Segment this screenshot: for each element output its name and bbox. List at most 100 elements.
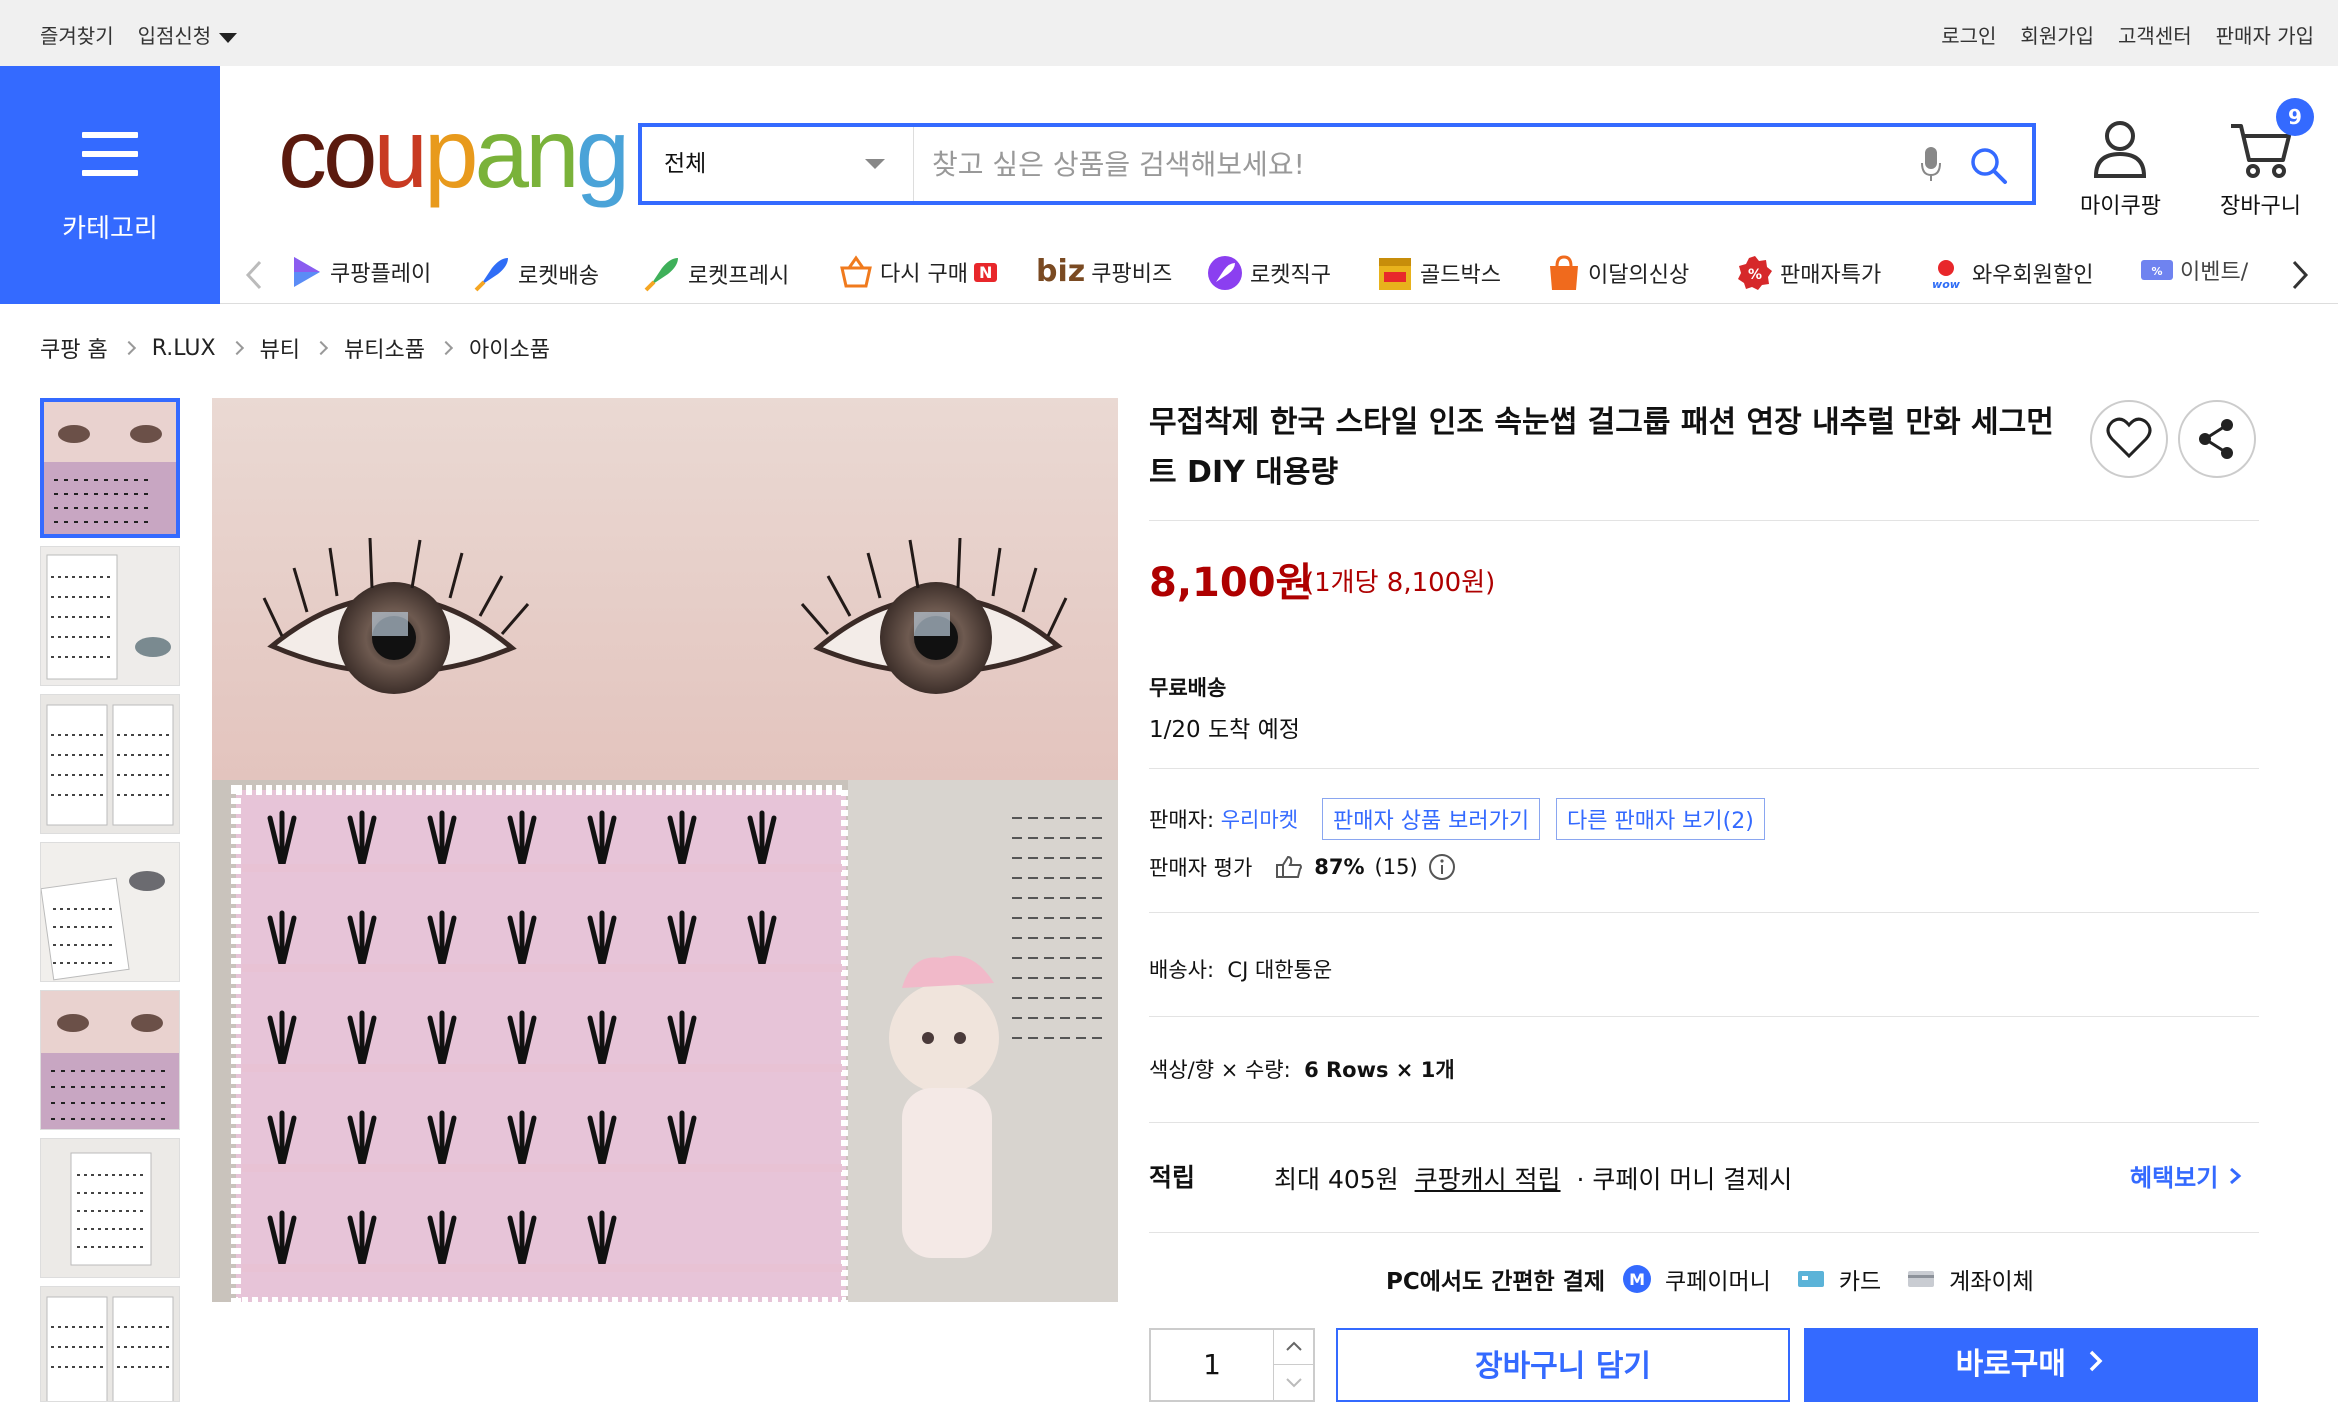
option-row: 색상/향 × 수량: 6 Rows × 1개 [1149, 1054, 1455, 1084]
product-thumbnail[interactable] [40, 842, 180, 982]
search-input[interactable] [932, 141, 1892, 187]
nav-item-new-arrivals[interactable]: 이달의신상 [1546, 254, 1689, 292]
divider [1149, 1122, 2259, 1123]
buy-now-label: 바로구매 [1955, 1347, 2066, 1382]
category-menu-button[interactable]: 카테고리 [0, 66, 220, 304]
nav-item-seller-deals[interactable]: % 판매자특가 [1736, 254, 1881, 292]
bookmark-link[interactable]: 즐겨찾기 [40, 20, 114, 49]
search-icon[interactable] [1968, 145, 2008, 185]
nav-next-arrow-icon[interactable] [2286, 258, 2314, 292]
nav-item-label: 로켓직구 [1250, 263, 1331, 288]
dropdown-arrow-icon [865, 159, 885, 169]
breadcrumb-item[interactable]: R.LUX [152, 336, 216, 361]
product-thumbnail[interactable] [40, 694, 180, 834]
benefit-link[interactable]: 혜택보기 [2130, 1158, 2243, 1193]
divider [1149, 768, 2259, 769]
microphone-icon[interactable] [1920, 145, 1942, 183]
thumbs-up-icon [1276, 855, 1303, 878]
customer-center-link[interactable]: 고객센터 [2118, 20, 2192, 49]
cart-label: 장바구니 [2220, 194, 2301, 219]
quantity-stepper: 1 [1149, 1328, 1315, 1402]
reward-row: 최대 405원 쿠팡캐시 적립 · 쿠페이 머니 결제시 [1274, 1160, 1792, 1196]
chevron-right-icon [438, 340, 454, 356]
biz-icon: biz [1036, 254, 1086, 289]
breadcrumb-item[interactable]: 뷰티소품 [344, 332, 425, 364]
login-link[interactable]: 로그인 [1941, 20, 1996, 49]
discount-icon: % [1738, 256, 1772, 290]
nav-prev-arrow-icon[interactable] [240, 258, 268, 292]
wishlist-button[interactable] [2090, 400, 2168, 478]
cart-count-badge: 9 [2276, 98, 2314, 136]
nav-item-label: 와우회원할인 [1972, 263, 2094, 288]
option-label: 색상/향 × 수량: [1149, 1058, 1291, 1082]
svg-text:%: % [1748, 267, 1762, 283]
product-thumbnail[interactable] [40, 1286, 180, 1402]
product-main-image[interactable] [212, 398, 1118, 1302]
chevron-down-icon [1286, 1378, 1302, 1388]
coupang-cash-link[interactable]: 쿠팡캐시 적립 [1415, 1165, 1561, 1194]
nav-item-rocket-fresh[interactable]: 로켓프레시 [642, 254, 789, 294]
nav-item-wow-discount[interactable]: wow 와우회원할인 [1926, 254, 2093, 292]
quantity-increase-button[interactable] [1273, 1330, 1313, 1365]
add-to-cart-button[interactable]: 장바구니 담기 [1336, 1328, 1790, 1402]
signup-link[interactable]: 회원가입 [2020, 20, 2094, 49]
breadcrumb-item[interactable]: 쿠팡 홈 [40, 332, 108, 364]
share-button[interactable] [2178, 400, 2256, 478]
nav-item-coupang-play[interactable]: 쿠팡플레이 [288, 254, 431, 290]
nav-item-rocket-global[interactable]: 로켓직구 [1206, 254, 1331, 292]
divider [1149, 1232, 2259, 1233]
rocket-global-icon [1208, 256, 1242, 290]
seller-rating-label: 판매자 평가 [1149, 856, 1253, 880]
nav-item-rebuy[interactable]: 다시 구매 N [838, 254, 998, 290]
rocket-icon [474, 258, 508, 292]
coupang-logo[interactable]: coupang [278, 104, 630, 202]
chevron-right-icon [229, 340, 244, 356]
top-utility-bar: 즐겨찾기 입점신청 로그인 회원가입 고객센터 판매자 가입 [0, 0, 2338, 66]
other-sellers-button[interactable]: 다른 판매자 보기(2) [1556, 798, 1765, 840]
nav-item-coupang-biz[interactable]: biz 쿠팡비즈 [1036, 254, 1172, 289]
product-thumbnail[interactable] [40, 1138, 180, 1278]
product-thumbnail[interactable] [40, 398, 180, 538]
svg-text:%: % [2151, 265, 2162, 278]
info-icon[interactable] [1428, 853, 1456, 881]
seller-rating-row: 판매자 평가 87% (15) [1149, 852, 1456, 882]
product-thumbnail[interactable] [40, 546, 180, 686]
divider [1149, 520, 2259, 521]
nav-item-label: 로켓프레시 [688, 264, 790, 289]
divider [1149, 912, 2259, 913]
event-icon: % [2141, 260, 2173, 280]
chevron-right-icon [2090, 1350, 2103, 1372]
nav-item-events[interactable]: % 이벤트/ [2140, 254, 2248, 286]
nav-item-label: 이달의신상 [1588, 263, 1690, 288]
search-category-select[interactable]: 전체 [642, 127, 914, 201]
hamburger-icon [82, 132, 138, 189]
partner-apply-menu[interactable]: 입점신청 [138, 20, 238, 49]
carrier-label: 배송사: [1149, 958, 1215, 982]
nav-item-label: 쿠팡플레이 [330, 262, 432, 287]
user-icon [2094, 121, 2147, 178]
product-thumbnail[interactable] [40, 990, 180, 1130]
nav-item-goldbox[interactable]: 골드박스 [1376, 254, 1501, 292]
chevron-right-icon [2229, 1167, 2241, 1185]
divider [1149, 1016, 2259, 1017]
product-price: 8,100원 [1149, 560, 1313, 606]
service-nav-bar: 쿠팡플레이 로켓배송 로켓프레시 다시 구매 N biz 쿠팡비즈 로켓직구 골… [220, 244, 2338, 304]
seller-name-link[interactable]: 우리마켓 [1221, 808, 1298, 832]
seller-products-button[interactable]: 판매자 상품 보러가기 [1322, 798, 1541, 840]
payment-row: PC에서도 간편한 결제 M 쿠페이머니 카드 계좌이체 [1386, 1262, 2034, 1296]
quantity-decrease-button[interactable] [1273, 1365, 1313, 1400]
breadcrumb-item[interactable]: 아이소품 [469, 332, 550, 364]
nav-item-label: 로켓배송 [518, 264, 599, 289]
basket-icon [840, 255, 872, 288]
quantity-value[interactable]: 1 [1151, 1330, 1273, 1400]
caret-down-icon [219, 32, 238, 43]
option-value: 6 Rows × 1개 [1304, 1058, 1455, 1082]
play-icon [294, 257, 320, 287]
coupay-money-icon: M [1623, 1265, 1652, 1293]
buy-now-button[interactable]: 바로구매 [1804, 1328, 2258, 1402]
chevron-right-icon [313, 340, 329, 356]
breadcrumb-item[interactable]: 뷰티 [260, 332, 300, 364]
seller-signup-link[interactable]: 판매자 가입 [2216, 20, 2314, 49]
nav-item-rocket-delivery[interactable]: 로켓배송 [472, 254, 599, 294]
mycoupang-button[interactable]: 마이쿠팡 [2080, 118, 2161, 220]
